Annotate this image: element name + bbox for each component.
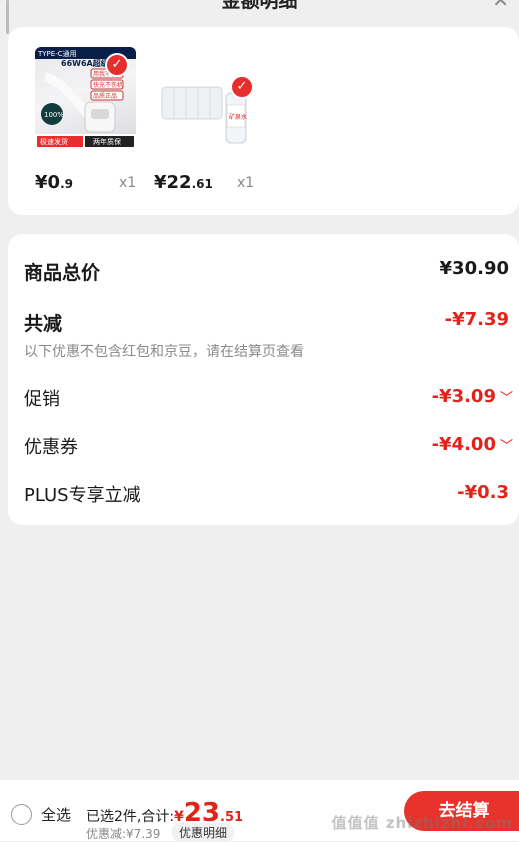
discount-detail-button[interactable]: 优惠明细: [172, 823, 235, 842]
product-image-text: 极速发货: [40, 137, 68, 146]
select-all-label[interactable]: 全选: [41, 804, 71, 825]
chevron-down-icon[interactable]: ﹀: [500, 435, 513, 454]
product-image-charging-cable[interactable]: TYPE-C通用 66W6A超级快充 用我不伤机 快充不伤机 品质正品 100%…: [35, 47, 136, 148]
promotion-label: 促销: [24, 389, 60, 410]
product-price: ¥22.61: [154, 172, 213, 193]
price-decimal: .61: [191, 177, 213, 191]
coupon-value: -¥4.00: [431, 434, 496, 455]
chevron-down-icon[interactable]: ﹀: [500, 387, 513, 406]
product-image-text: 100%: [44, 111, 64, 119]
selected-check-icon[interactable]: ✓: [105, 53, 129, 77]
select-all-radio[interactable]: [11, 804, 32, 825]
plus-discount-label: PLUS专享立减: [24, 485, 141, 506]
product-image-water[interactable]: 矿泉水 ✓: [154, 47, 255, 148]
price-integer: ¥0: [35, 172, 61, 193]
product-quantity: x1: [119, 175, 137, 191]
product-image-text: 两年质保: [93, 137, 121, 146]
close-icon[interactable]: ✕: [492, 0, 509, 12]
coupon-label: 优惠券: [24, 437, 78, 458]
products-card: TYPE-C通用 66W6A超级快充 用我不伤机 快充不伤机 品质正品 100%…: [8, 27, 519, 215]
total-reduce-label: 共减: [24, 313, 63, 335]
discount-amount-text: 优惠减:¥7.39: [86, 827, 161, 841]
summary-card: 商品总价 ¥30.90 共减 -¥7.39 以下优惠不包含红包和京豆，请在结算页…: [8, 234, 519, 525]
total-reduce-value: -¥7.39: [444, 309, 509, 330]
total-price-value: ¥30.90: [439, 258, 509, 279]
page-title: 金额明细: [221, 0, 298, 12]
promotion-value: -¥3.09: [431, 386, 496, 407]
watermark: 值值值 zhizhizhi.com: [331, 814, 513, 832]
selected-count-text: 已选2件,合计:: [86, 809, 175, 825]
promotion-row[interactable]: -¥3.09 ﹀: [432, 386, 513, 407]
plus-discount-value: -¥0.3: [457, 482, 509, 503]
product-quantity: x1: [237, 175, 255, 191]
price-decimal: .9: [60, 177, 73, 191]
product-image-text: 品质正品: [93, 92, 117, 100]
coupon-row[interactable]: -¥4.00 ﹀: [432, 434, 513, 455]
product-image-text: 矿泉水: [229, 113, 247, 121]
total-price-label: 商品总价: [24, 262, 101, 284]
price-integer: ¥22: [154, 172, 192, 193]
product-price: ¥0.9: [35, 172, 73, 193]
bottom-checkout-bar: 全选 已选2件,合计:¥23.51 优惠减:¥7.39 优惠明细 去结算 值值值…: [0, 780, 519, 842]
product-image-text: TYPE-C通用: [37, 49, 77, 58]
product-image-text: 快充不伤机: [93, 81, 123, 89]
discount-note: 以下优惠不包含红包和京豆，请在结算页查看: [24, 344, 304, 360]
selected-check-icon[interactable]: ✓: [230, 75, 254, 99]
